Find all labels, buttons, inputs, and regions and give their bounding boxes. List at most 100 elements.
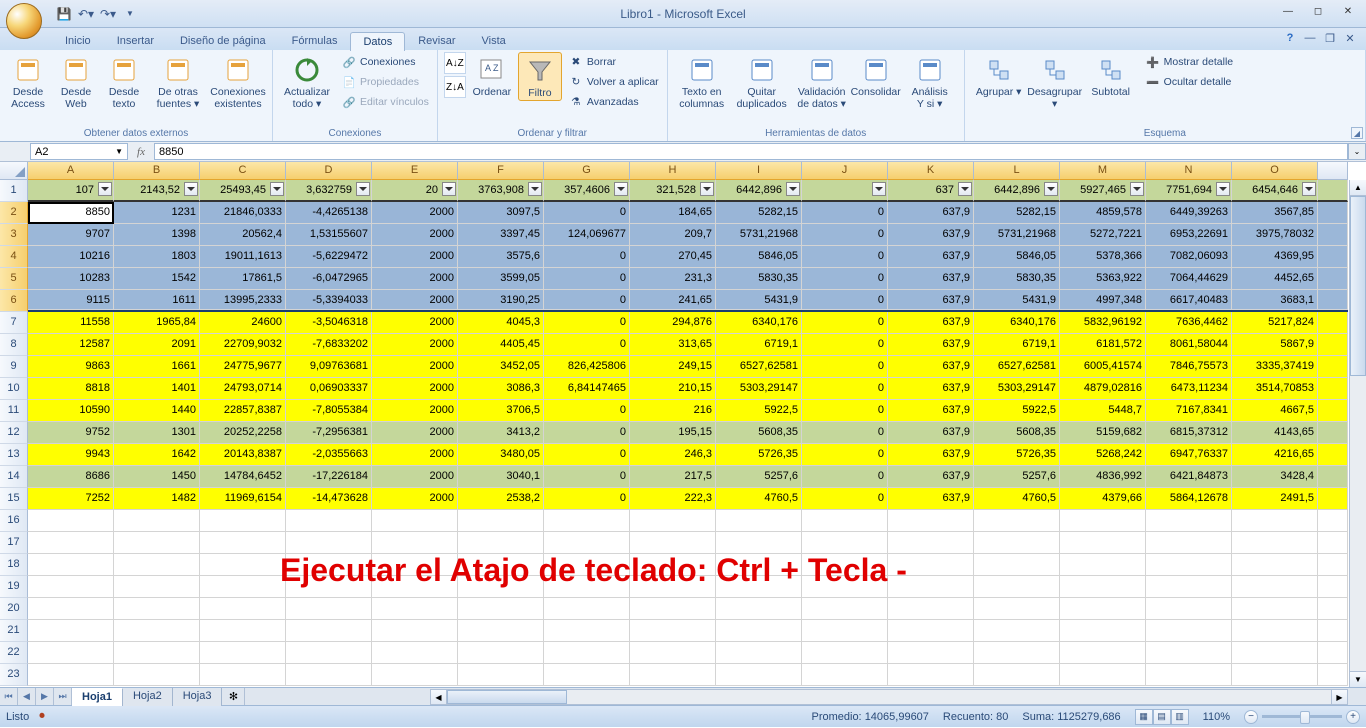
cell[interactable]: 4143,65: [1232, 422, 1318, 444]
cell[interactable]: -6,0472965: [286, 268, 372, 290]
col-header-H[interactable]: H: [630, 162, 716, 180]
cell[interactable]: 24793,0714: [200, 378, 286, 400]
cell[interactable]: [114, 532, 200, 554]
cell[interactable]: [200, 554, 286, 576]
office-button[interactable]: [6, 3, 42, 39]
cell[interactable]: 22857,8387: [200, 400, 286, 422]
col-header-E[interactable]: E: [372, 162, 458, 180]
desde-button[interactable]: Desde texto: [102, 52, 146, 110]
cell[interactable]: 9,09763681: [286, 356, 372, 378]
cell[interactable]: 231,3: [630, 268, 716, 290]
tab-vista[interactable]: Vista: [469, 31, 519, 50]
cell[interactable]: 313,65: [630, 334, 716, 356]
cell[interactable]: 3480,05: [458, 444, 544, 466]
cell[interactable]: 4045,3: [458, 312, 544, 334]
cell[interactable]: 2000: [372, 378, 458, 400]
row-header-12[interactable]: 12: [0, 422, 28, 444]
cell[interactable]: 5268,242: [1060, 444, 1146, 466]
redo-icon[interactable]: ↷▾: [100, 6, 116, 22]
cell[interactable]: 637,9: [888, 224, 974, 246]
cell[interactable]: 8850: [28, 202, 114, 224]
cell[interactable]: 0: [544, 422, 630, 444]
cell[interactable]: 2000: [372, 356, 458, 378]
cell[interactable]: 0: [802, 312, 888, 334]
cell[interactable]: 5303,29147: [716, 378, 802, 400]
cell[interactable]: 5846,05: [716, 246, 802, 268]
cell[interactable]: [544, 620, 630, 642]
cell[interactable]: 107: [28, 180, 114, 202]
cell[interactable]: 241,65: [630, 290, 716, 310]
cell[interactable]: 1803: [114, 246, 200, 268]
cell[interactable]: 637,9: [888, 422, 974, 444]
cell[interactable]: 0: [802, 488, 888, 510]
cell[interactable]: [1146, 554, 1232, 576]
cell[interactable]: 24600: [200, 312, 286, 334]
filtro-button[interactable]: Filtro: [518, 52, 562, 101]
cell[interactable]: -5,3394033: [286, 290, 372, 310]
cell[interactable]: 4760,5: [716, 488, 802, 510]
row-header-9[interactable]: 9: [0, 356, 28, 378]
cell[interactable]: 1482: [114, 488, 200, 510]
cell[interactable]: 2000: [372, 290, 458, 310]
cell[interactable]: [286, 620, 372, 642]
cell[interactable]: 2538,2: [458, 488, 544, 510]
vertical-scrollbar[interactable]: ▲ ▼: [1349, 180, 1366, 687]
cell[interactable]: [372, 642, 458, 664]
group-launcher-icon[interactable]: ◢: [1351, 127, 1363, 139]
cell[interactable]: [28, 598, 114, 620]
cell[interactable]: [802, 510, 888, 532]
cell[interactable]: 8061,58044: [1146, 334, 1232, 356]
cell[interactable]: [200, 510, 286, 532]
scroll-left-icon[interactable]: ◀: [431, 690, 447, 704]
avanzadas-item[interactable]: ⚗Avanzadas: [566, 92, 661, 112]
cell[interactable]: 2000: [372, 202, 458, 224]
cell[interactable]: 6454,646: [1232, 180, 1318, 202]
filter-dropdown-icon[interactable]: [1130, 182, 1144, 196]
cell[interactable]: [28, 554, 114, 576]
cell[interactable]: [114, 510, 200, 532]
cell[interactable]: [974, 664, 1060, 686]
macro-record-icon[interactable]: ⏺: [39, 710, 45, 723]
cell[interactable]: 5726,35: [716, 444, 802, 466]
cell[interactable]: [974, 576, 1060, 598]
cell[interactable]: 17861,5: [200, 268, 286, 290]
cell[interactable]: 2000: [372, 268, 458, 290]
expand-formula-bar-icon[interactable]: ⌄: [1348, 143, 1366, 160]
cell[interactable]: 637,9: [888, 268, 974, 290]
cell[interactable]: 10590: [28, 400, 114, 422]
cell[interactable]: [114, 576, 200, 598]
cell[interactable]: [286, 532, 372, 554]
cell[interactable]: [716, 620, 802, 642]
sheet-nav-prev-icon[interactable]: ◀: [18, 688, 36, 705]
view-page-break-icon[interactable]: ▥: [1171, 709, 1189, 725]
cell[interactable]: [200, 642, 286, 664]
cell[interactable]: 21846,0333: [200, 202, 286, 224]
cell[interactable]: -17,226184: [286, 466, 372, 488]
cell[interactable]: [974, 510, 1060, 532]
cell[interactable]: 637,9: [888, 312, 974, 334]
cell[interactable]: [888, 532, 974, 554]
cell[interactable]: [114, 664, 200, 686]
cell[interactable]: 3,632759: [286, 180, 372, 202]
cell[interactable]: 5282,15: [974, 202, 1060, 224]
cell[interactable]: 6527,62581: [716, 356, 802, 378]
tab-diseño-de-página[interactable]: Diseño de página: [167, 31, 279, 50]
cell[interactable]: 7167,8341: [1146, 400, 1232, 422]
cell[interactable]: 1440: [114, 400, 200, 422]
cell[interactable]: [200, 598, 286, 620]
row-header-21[interactable]: 21: [0, 620, 28, 642]
de-otras-button[interactable]: De otras fuentes ▾: [150, 52, 206, 110]
row-header-4[interactable]: 4: [0, 246, 28, 268]
cell[interactable]: [888, 620, 974, 642]
cell[interactable]: [200, 664, 286, 686]
cell[interactable]: 249,15: [630, 356, 716, 378]
cell[interactable]: [630, 598, 716, 620]
cell[interactable]: -14,473628: [286, 488, 372, 510]
cell[interactable]: 9707: [28, 224, 114, 246]
close-button[interactable]: ✕: [1334, 2, 1362, 20]
cell[interactable]: [28, 510, 114, 532]
cell[interactable]: 5257,6: [974, 466, 1060, 488]
cell[interactable]: 5731,21968: [974, 224, 1060, 246]
cell[interactable]: 294,876: [630, 312, 716, 334]
cell[interactable]: 1965,84: [114, 312, 200, 334]
